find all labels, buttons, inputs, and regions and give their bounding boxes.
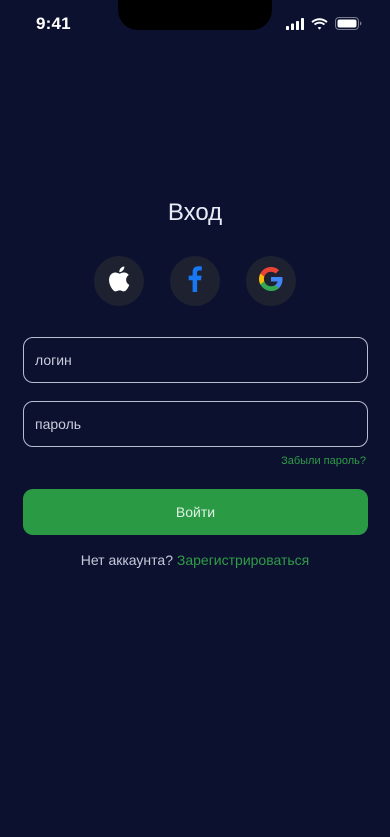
wifi-icon	[311, 17, 328, 35]
apple-login-button[interactable]	[94, 256, 144, 306]
status-bar: 9:41	[0, 0, 390, 50]
device-notch	[118, 0, 272, 30]
facebook-login-button[interactable]	[170, 256, 220, 306]
login-button-label: Войти	[175, 504, 216, 520]
google-login-button[interactable]	[246, 256, 296, 306]
no-account-text: Нет аккаунта?	[80, 552, 173, 568]
status-time: 9:41	[36, 14, 71, 33]
login-button[interactable]: Войти	[23, 489, 368, 535]
cellular-signal-icon	[286, 17, 304, 35]
social-login-group	[0, 256, 390, 306]
facebook-icon	[188, 265, 202, 297]
login-screen: 9:41 Вход логин Забыли пароль? Войти Нет…	[0, 0, 390, 837]
login-input[interactable]	[23, 337, 368, 383]
apple-icon	[108, 265, 130, 297]
battery-icon	[335, 17, 362, 35]
page-title: Вход	[167, 199, 223, 226]
google-icon	[259, 266, 283, 296]
register-link[interactable]: Зарегистрироваться	[177, 552, 309, 568]
status-icons	[286, 17, 362, 35]
password-input[interactable]	[23, 401, 368, 447]
forgot-password-link[interactable]: Забыли пароль?	[281, 455, 366, 467]
register-prompt: Нет аккаунта? Зарегистрироваться	[0, 552, 390, 568]
